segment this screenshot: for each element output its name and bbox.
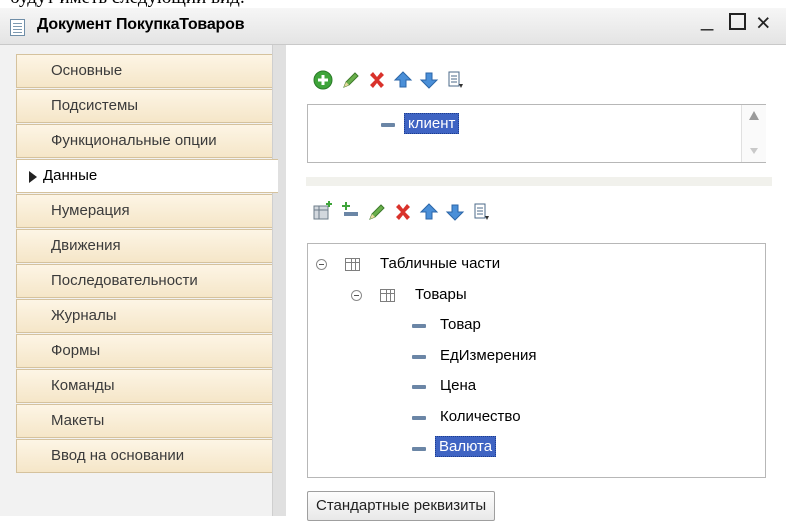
attributes-toolbar xyxy=(312,69,552,93)
tabular-toolbar xyxy=(312,201,572,225)
attribute-item[interactable]: клиент xyxy=(404,113,460,134)
collapse-icon[interactable] xyxy=(351,290,362,301)
attribute-icon xyxy=(381,123,395,127)
sidebar-item-podsistemy[interactable]: Подсистемы xyxy=(16,89,272,123)
table-icon xyxy=(380,289,395,302)
standard-attributes-button[interactable]: Стандартные реквизиты xyxy=(307,491,496,521)
scroll-up-icon[interactable] xyxy=(749,111,759,120)
tabular-sections-icon xyxy=(345,258,360,271)
delete-icon[interactable] xyxy=(366,69,388,91)
sort-icon[interactable] xyxy=(470,201,492,223)
window-titlebar: Документ ПокупкаТоваров _ × xyxy=(0,6,786,45)
document-icon xyxy=(10,19,25,36)
sidebar-item-dvizheniya[interactable]: Движения xyxy=(16,229,272,263)
attributes-scrollbar[interactable] xyxy=(741,105,766,162)
attribute-icon xyxy=(412,385,426,389)
sidebar-item-zhurnaly[interactable]: Журналы xyxy=(16,299,272,333)
maximize-button[interactable] xyxy=(729,13,746,30)
sort-icon[interactable] xyxy=(444,69,466,91)
sidebar-item-osnovnye[interactable]: Основные xyxy=(16,54,272,88)
move-up-icon[interactable] xyxy=(418,201,440,223)
move-up-icon[interactable] xyxy=(392,69,414,91)
document-text-fragment: будут иметь следующий вид: xyxy=(0,0,786,8)
tree-item-edizmereniya[interactable]: ЕдИзмерения xyxy=(440,347,537,364)
tree-root-tabular-sections[interactable]: Табличные части xyxy=(380,255,500,272)
sidebar-item-posledovatelnosti[interactable]: Последовательности xyxy=(16,264,272,298)
panel-splitter[interactable] xyxy=(306,177,772,186)
collapse-icon[interactable] xyxy=(316,259,327,270)
selected-arrow-icon xyxy=(29,171,37,183)
tree-item-kolichestvo[interactable]: Количество xyxy=(440,408,521,425)
sidebar-item-formy[interactable]: Формы xyxy=(16,334,272,368)
sidebar-item-vvod-na-osnovanii[interactable]: Ввод на основании xyxy=(16,439,272,473)
sidebar-item-funkcionalnye-opcii[interactable]: Функциональные опции xyxy=(16,124,272,158)
attribute-icon xyxy=(412,416,426,420)
add-icon[interactable] xyxy=(312,69,334,91)
minimize-button[interactable]: _ xyxy=(701,6,713,32)
scroll-down-icon[interactable] xyxy=(750,148,758,154)
attribute-icon xyxy=(412,324,426,328)
window-title: Документ ПокупкаТоваров xyxy=(37,16,245,33)
tree-item-cena[interactable]: Цена xyxy=(440,377,476,394)
add-attribute-icon[interactable] xyxy=(340,201,362,223)
sidebar-item-komandy[interactable]: Команды xyxy=(16,369,272,403)
sidebar-item-makety[interactable]: Макеты xyxy=(16,404,272,438)
tree-item-tovar[interactable]: Товар xyxy=(440,316,481,333)
attribute-icon xyxy=(412,355,426,359)
tree-group-tovary[interactable]: Товары xyxy=(415,286,467,303)
sidebar-separator xyxy=(272,45,287,516)
edit-icon[interactable] xyxy=(340,69,362,91)
edit-icon[interactable] xyxy=(366,201,388,223)
close-button[interactable]: × xyxy=(756,9,771,38)
attributes-list[interactable] xyxy=(307,104,766,163)
tree-item-valyuta[interactable]: Валюта xyxy=(435,436,497,457)
attribute-icon xyxy=(412,447,426,451)
move-down-icon[interactable] xyxy=(418,69,440,91)
add-table-icon[interactable] xyxy=(312,201,334,223)
delete-icon[interactable] xyxy=(392,201,414,223)
move-down-icon[interactable] xyxy=(444,201,466,223)
sidebar-item-dannye[interactable]: Данные xyxy=(16,159,278,193)
sidebar-item-numeraciya[interactable]: Нумерация xyxy=(16,194,272,228)
